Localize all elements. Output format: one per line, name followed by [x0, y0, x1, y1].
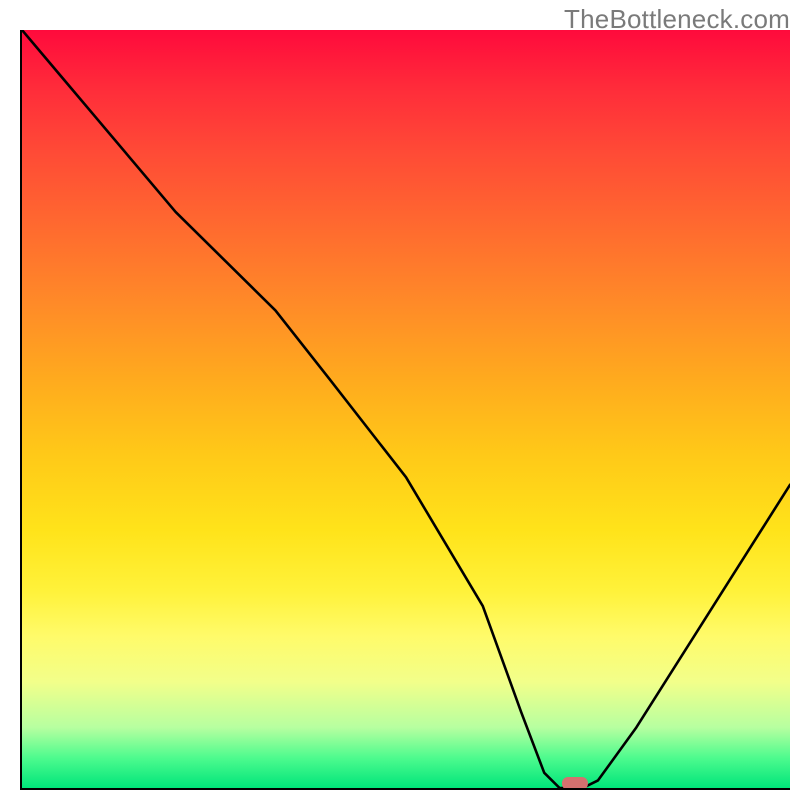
optimum-marker [562, 777, 588, 788]
watermark-text: TheBottleneck.com [564, 4, 790, 35]
bottleneck-chart: TheBottleneck.com [0, 0, 800, 800]
plot-area [20, 30, 790, 790]
curve-layer [22, 30, 790, 788]
bottleneck-curve [22, 30, 790, 788]
